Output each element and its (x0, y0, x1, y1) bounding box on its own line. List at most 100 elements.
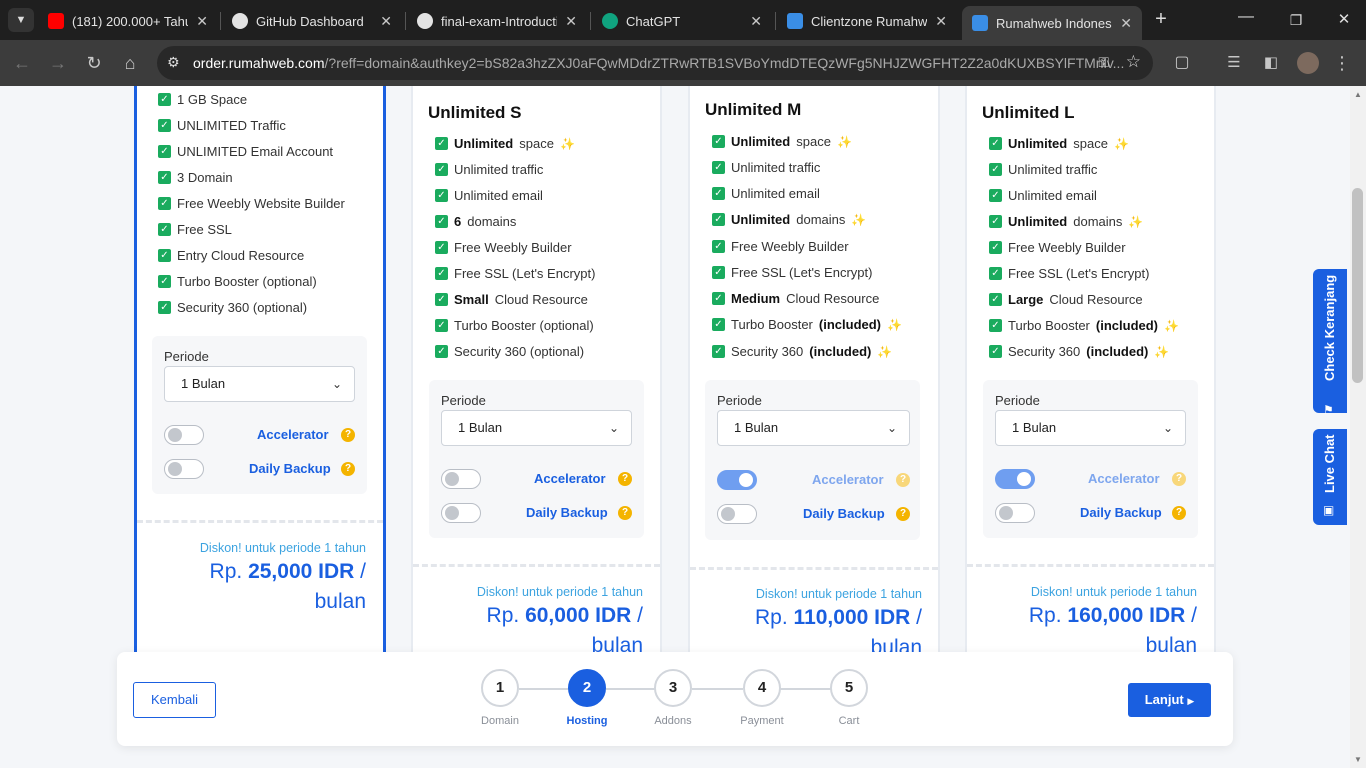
close-icon[interactable]: ✕ (1120, 15, 1132, 32)
browser-tab-chatgpt[interactable]: ChatGPT ✕ (592, 6, 772, 36)
sparkle-icon: ✨ (877, 344, 893, 359)
step-cart[interactable]: 5 (830, 669, 868, 707)
check-icon: ✓ (712, 187, 725, 200)
profile-avatar[interactable] (1297, 52, 1319, 74)
step-label: Cart (838, 715, 860, 727)
period-select[interactable]: 1 Bulan ⌄ (995, 410, 1186, 446)
sparkle-icon: ✨ (1113, 136, 1129, 151)
scroll-up-arrow[interactable]: ▲ (1352, 90, 1364, 100)
chevron-down-icon: ⌄ (331, 377, 342, 391)
help-icon[interactable]: ? (1172, 472, 1186, 486)
accelerator-toggle[interactable] (441, 469, 481, 489)
media-control-icon[interactable]: ☰ (1222, 51, 1246, 75)
plan-feature: ✓ Turbo Booster (optional) (158, 274, 317, 289)
sparkle-icon: ✨ (1128, 214, 1144, 229)
plan-feature: ✓ Large Cloud Resource (989, 292, 1143, 307)
address-bar[interactable]: ⚙ order.rumahweb.com/?reff=domain&authke… (157, 46, 1153, 80)
tab-title: Clientzone Rumahweb (811, 13, 928, 29)
daily-backup-toggle[interactable] (995, 503, 1035, 523)
window-close-button[interactable]: ✕ (1334, 8, 1354, 32)
step-domain[interactable]: 1 (481, 669, 519, 707)
period-select[interactable]: 1 Bulan ⌄ (164, 366, 355, 402)
help-icon[interactable]: ? (618, 506, 632, 520)
plan-title: Unlimited S (428, 103, 522, 122)
restore-button[interactable]: ❐ (1286, 8, 1306, 32)
new-tab-button[interactable]: + (1150, 8, 1172, 32)
accelerator-toggle[interactable] (164, 425, 204, 445)
scroll-down-arrow[interactable]: ▼ (1352, 755, 1364, 765)
step-addons[interactable]: 3 (654, 669, 692, 707)
tab-list-button[interactable]: ▼ (8, 8, 34, 32)
daily-backup-toggle[interactable] (717, 504, 757, 524)
help-icon[interactable]: ? (1172, 506, 1186, 520)
scrollbar-thumb[interactable] (1352, 188, 1363, 383)
back-arrow-icon[interactable]: ← (10, 51, 34, 75)
period-select[interactable]: 1 Bulan ⌄ (441, 410, 632, 446)
plan-feature: ✓ Security 360 (optional) (435, 344, 584, 359)
live-chat-tab[interactable]: Live Chat ▣ (1313, 429, 1347, 525)
browser-tab-clientzone[interactable]: Clientzone Rumahweb ✕ (777, 6, 957, 36)
close-icon[interactable]: ✕ (196, 13, 208, 30)
check-icon: ✓ (158, 249, 171, 262)
help-icon[interactable]: ? (618, 472, 632, 486)
forward-arrow-icon[interactable]: → (46, 51, 70, 75)
sparkle-icon: ✨ (887, 317, 902, 332)
daily-backup-label: Daily Backup (1080, 505, 1162, 520)
check-cart-label: Check Keranjang (1322, 274, 1337, 381)
plan-feature: ✓ 3 Domain (158, 170, 233, 185)
help-icon[interactable]: ? (896, 473, 910, 487)
daily-backup-toggle[interactable] (441, 503, 481, 523)
step-payment[interactable]: 4 (743, 669, 781, 707)
accelerator-toggle[interactable] (995, 469, 1035, 489)
plan-price: Rp. 160,000 IDR / (1028, 604, 1197, 627)
accelerator-toggle[interactable] (717, 470, 757, 490)
check-icon: ✓ (435, 345, 448, 358)
step-hosting[interactable]: 2 (568, 669, 606, 707)
step-connector (606, 688, 655, 690)
plan-feature: ✓ UNLIMITED Traffic (158, 118, 286, 133)
check-icon: ✓ (158, 301, 171, 314)
check-icon: ✓ (435, 215, 448, 228)
close-icon[interactable]: ✕ (380, 13, 392, 30)
plan-feature: ✓ Unlimited traffic (712, 160, 820, 175)
check-icon: ✓ (435, 267, 448, 280)
period-label: Periode (164, 349, 209, 364)
help-icon[interactable]: ? (896, 507, 910, 521)
bookmark-star-icon[interactable]: ☆ (1126, 52, 1141, 72)
browser-tab-rumahweb-active[interactable]: Rumahweb Indonesia ✕ (962, 6, 1142, 40)
check-icon: ✓ (989, 189, 1002, 202)
key-icon[interactable]: ⚿ (1098, 54, 1109, 71)
plan-price: Rp. 110,000 IDR / (755, 606, 922, 629)
browser-tab-final-exam[interactable]: final-exam-Introductio ✕ (407, 6, 587, 36)
divider (413, 564, 660, 567)
tab-title: (181) 200.000+ Tahun (72, 13, 189, 29)
site-info-icon[interactable]: ⚙ (167, 54, 180, 71)
close-icon[interactable]: ✕ (750, 13, 762, 30)
daily-backup-toggle[interactable] (164, 459, 204, 479)
close-icon[interactable]: ✕ (935, 13, 947, 30)
plan-feature: ✓ Free Weebly Builder (435, 240, 572, 255)
daily-backup-label: Daily Backup (526, 505, 608, 520)
chat-icon: ▣ (1323, 503, 1335, 517)
home-icon[interactable]: ⌂ (118, 51, 142, 75)
plan-feature: ✓ Free SSL (Let's Encrypt) (712, 265, 872, 280)
browser-tab-github-dashboard[interactable]: GitHub Dashboard ✕ (222, 6, 402, 36)
close-icon[interactable]: ✕ (565, 13, 577, 30)
check-icon: ✓ (435, 293, 448, 306)
accelerator-label: Accelerator (812, 472, 884, 487)
browser-tab-youtube[interactable]: (181) 200.000+ Tahun ✕ (38, 6, 218, 36)
next-button[interactable]: Lanjut ▶ (1128, 683, 1211, 717)
help-icon[interactable]: ? (341, 428, 355, 442)
plan-feature: ✓ Free Weebly Website Builder (158, 196, 345, 211)
discount-note: Diskon! untuk periode 1 tahun (1030, 585, 1197, 599)
check-cart-tab[interactable]: Check Keranjang ⚑ (1313, 269, 1347, 417)
extensions-icon[interactable]: ▢ (1170, 51, 1194, 75)
period-select[interactable]: 1 Bulan ⌄ (717, 410, 910, 446)
help-icon[interactable]: ? (341, 462, 355, 476)
sparkle-icon: ✨ (1154, 344, 1170, 359)
minimize-button[interactable]: — (1236, 8, 1256, 32)
side-panel-icon[interactable]: ◧ (1259, 51, 1283, 75)
back-button[interactable]: Kembali (133, 682, 216, 718)
menu-icon[interactable]: ⋮ (1330, 51, 1354, 75)
reload-icon[interactable]: ↻ (82, 51, 106, 75)
